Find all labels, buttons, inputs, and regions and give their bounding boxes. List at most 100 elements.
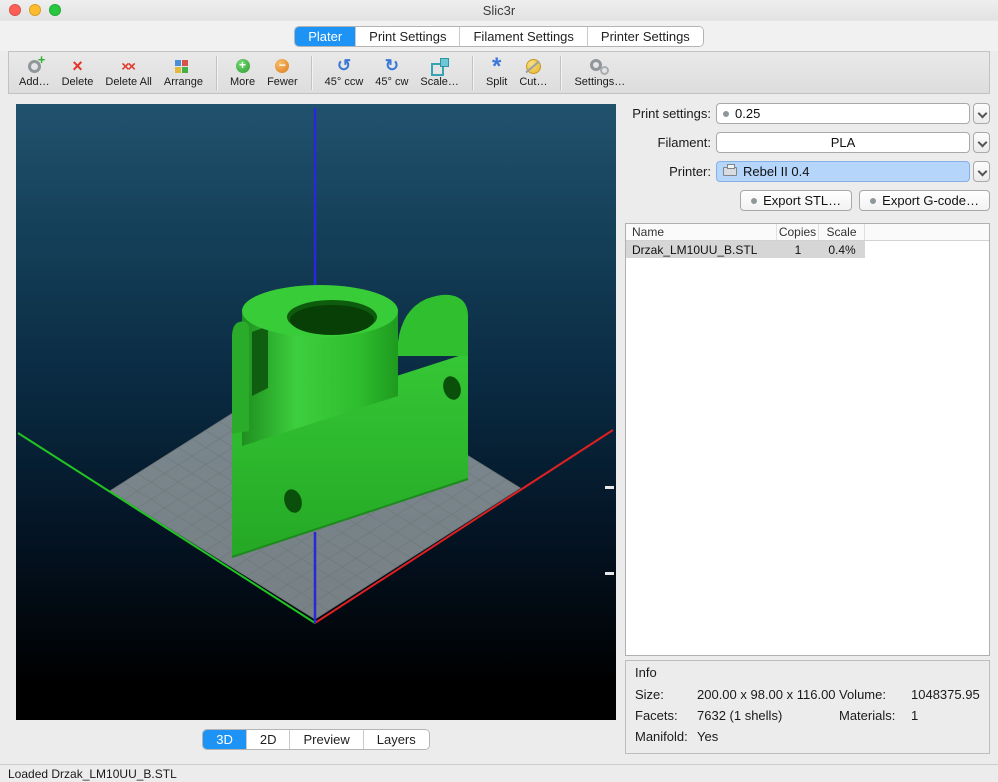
toolbar-rotate-cw-button[interactable]: 45° cw	[369, 57, 414, 89]
info-materials-label: Materials:	[839, 708, 911, 723]
view-tab-group: 3D2DPreviewLayers	[202, 729, 430, 750]
viewport-marker	[605, 572, 614, 575]
filament-dropdown-button[interactable]	[973, 132, 990, 153]
column-header-name[interactable]: Name	[626, 224, 777, 240]
toolbar-fewer-button[interactable]: Fewer	[261, 57, 304, 89]
toolbar-settings-button[interactable]: Settings…	[568, 57, 631, 89]
view-tab-layers[interactable]: Layers	[363, 730, 429, 749]
export-gcode-button[interactable]: Export G-code…	[859, 190, 990, 211]
toolbar-delete-all-button[interactable]: Delete All	[99, 57, 157, 89]
object-table-header: NameCopiesScale	[626, 224, 989, 241]
view-tab-3d[interactable]: 3D	[203, 730, 246, 749]
close-button[interactable]	[9, 4, 21, 16]
toolbar-separator	[311, 56, 312, 90]
info-grid: Size: 200.00 x 98.00 x 116.00 Volume: 10…	[635, 687, 980, 744]
main-tab-group: PlaterPrint SettingsFilament SettingsPri…	[294, 26, 704, 47]
toolbar-cut-label: Cut…	[519, 76, 547, 88]
settings-icon	[590, 58, 610, 75]
titlebar: Slic3r	[0, 0, 998, 21]
filament-label: Filament:	[625, 135, 711, 150]
info-materials-value: 1	[911, 708, 980, 723]
3d-viewport[interactable]	[16, 104, 616, 720]
export-buttons-row: Export STL… Export G-code…	[625, 190, 990, 211]
toolbar-scale-button[interactable]: Scale…	[414, 57, 465, 89]
info-volume-label: Volume:	[839, 687, 911, 702]
filament-combo[interactable]: PLA	[716, 132, 970, 153]
toolbar-rotate-ccw-button[interactable]: 45° ccw	[319, 57, 370, 89]
printer-dropdown-button[interactable]	[973, 161, 990, 182]
printer-value: Rebel II 0.4	[743, 164, 810, 179]
gear-icon	[723, 111, 729, 117]
status-bar: Loaded Drzak_LM10UU_B.STL	[0, 764, 998, 782]
status-text: Loaded Drzak_LM10UU_B.STL	[8, 767, 177, 781]
model-right-hump	[398, 295, 468, 356]
window-title: Slic3r	[0, 3, 998, 18]
tab-printer-settings[interactable]: Printer Settings	[587, 27, 703, 46]
delete-icon	[67, 58, 87, 75]
toolbar-arrange-button[interactable]: Arrange	[158, 57, 209, 89]
model-left-wing	[232, 322, 249, 434]
printer-combo[interactable]: Rebel II 0.4	[716, 161, 970, 182]
toolbar-wrap: Add… Delete Delete All Arrange More Fewer 45° …	[0, 51, 998, 96]
toolbar-rotate-cw-label: 45° cw	[375, 76, 408, 88]
column-header-copies[interactable]: Copies	[777, 224, 819, 240]
gear-icon	[751, 198, 757, 204]
info-facets-label: Facets:	[635, 708, 697, 723]
info-panel: Info Size: 200.00 x 98.00 x 116.00 Volum…	[625, 660, 990, 754]
toolbar-separator	[216, 56, 217, 90]
more-icon	[233, 58, 253, 75]
toolbar-scale-label: Scale…	[420, 76, 459, 88]
toolbar-fewer-label: Fewer	[267, 76, 298, 88]
export-stl-button[interactable]: Export STL…	[740, 190, 852, 211]
toolbar-delete-label: Delete	[62, 76, 94, 88]
viewport-marker	[605, 486, 614, 489]
info-manifold-label: Manifold:	[635, 729, 697, 744]
toolbar-add-label: Add…	[19, 76, 50, 88]
toolbar: Add… Delete Delete All Arrange More Fewer 45° …	[8, 51, 990, 94]
model-clamp-slot	[252, 326, 268, 396]
print-settings-value: 0.25	[735, 106, 760, 121]
toolbar-separator	[472, 56, 473, 90]
cut-icon	[523, 58, 543, 75]
object-table: NameCopiesScale Drzak_LM10UU_B.STL10.4%	[625, 223, 990, 656]
object-copies-cell: 1	[777, 241, 819, 258]
export-gcode-label: Export G-code…	[882, 193, 979, 208]
zoom-button[interactable]	[49, 4, 61, 16]
print-settings-row: Print settings: 0.25	[625, 103, 990, 124]
print-settings-dropdown-button[interactable]	[973, 103, 990, 124]
traffic-lights	[9, 4, 61, 16]
scale-icon	[430, 58, 450, 75]
toolbar-cut-button[interactable]: Cut…	[513, 57, 553, 89]
toolbar-delete-button[interactable]: Delete	[56, 57, 100, 89]
info-size-value: 200.00 x 98.00 x 116.00	[697, 687, 839, 702]
filament-row: Filament: PLA	[625, 132, 990, 153]
minimize-button[interactable]	[29, 4, 41, 16]
gear-icon	[870, 198, 876, 204]
tab-print-settings[interactable]: Print Settings	[355, 27, 459, 46]
printer-icon	[723, 167, 737, 176]
object-table-body: Drzak_LM10UU_B.STL10.4%	[626, 241, 989, 258]
side-panel: Print settings: 0.25 Filament: PLA Print…	[625, 103, 990, 754]
view-tab-2d[interactable]: 2D	[246, 730, 290, 749]
add-icon	[24, 58, 44, 75]
toolbar-arrange-label: Arrange	[164, 76, 203, 88]
object-row[interactable]: Drzak_LM10UU_B.STL10.4%	[626, 241, 989, 258]
main-tabs-strip: PlaterPrint SettingsFilament SettingsPri…	[0, 21, 998, 51]
tab-filament-settings[interactable]: Filament Settings	[459, 27, 586, 46]
printer-row: Printer: Rebel II 0.4	[625, 161, 990, 182]
view-tabs-strip: 3D2DPreviewLayers	[16, 729, 616, 750]
model-bore	[290, 305, 374, 335]
toolbar-add-button[interactable]: Add…	[13, 57, 56, 89]
fewer-icon	[272, 58, 292, 75]
toolbar-settings-label: Settings…	[574, 76, 625, 88]
column-header-scale[interactable]: Scale	[819, 224, 865, 240]
view-tab-preview[interactable]: Preview	[289, 730, 362, 749]
print-settings-combo[interactable]: 0.25	[716, 103, 970, 124]
toolbar-more-button[interactable]: More	[224, 57, 261, 89]
toolbar-more-label: More	[230, 76, 255, 88]
toolbar-split-button[interactable]: Split	[480, 57, 513, 89]
printer-label: Printer:	[625, 164, 711, 179]
tab-plater[interactable]: Plater	[295, 27, 355, 46]
info-title: Info	[635, 665, 980, 680]
print-settings-label: Print settings:	[625, 106, 711, 121]
